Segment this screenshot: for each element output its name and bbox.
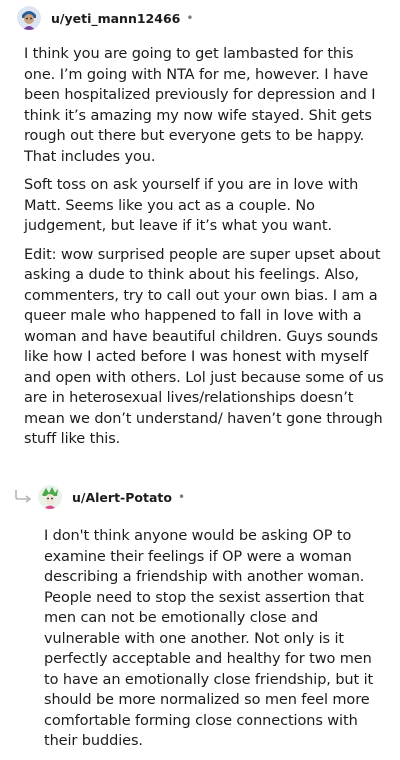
reply-arrow-icon	[14, 488, 34, 507]
separator-dot: •	[177, 490, 186, 504]
comment-body: I don't think anyone would be asking OP …	[44, 526, 384, 760]
comment-body: I think you are going to get lambasted f…	[24, 44, 384, 458]
username[interactable]: u/Alert-Potato	[72, 490, 172, 505]
comment-paragraph: I don't think anyone would be asking OP …	[44, 528, 374, 749]
comment-header: u/Alert-Potato •	[38, 485, 185, 509]
avatar[interactable]	[38, 485, 62, 509]
username[interactable]: u/yeti_mann12466	[51, 11, 180, 26]
avatar-icon	[38, 485, 62, 509]
comment-paragraph: I think you are going to get lambasted f…	[24, 46, 376, 165]
separator-dot: •	[186, 11, 194, 25]
comment-header: u/yeti_mann12466 •	[17, 6, 193, 30]
avatar[interactable]	[17, 6, 41, 30]
avatar-icon	[17, 6, 41, 30]
comment-paragraph: Soft toss on ask yourself if you are in …	[24, 177, 359, 234]
comment-paragraph: Edit: wow surprised people are super ups…	[24, 246, 384, 448]
